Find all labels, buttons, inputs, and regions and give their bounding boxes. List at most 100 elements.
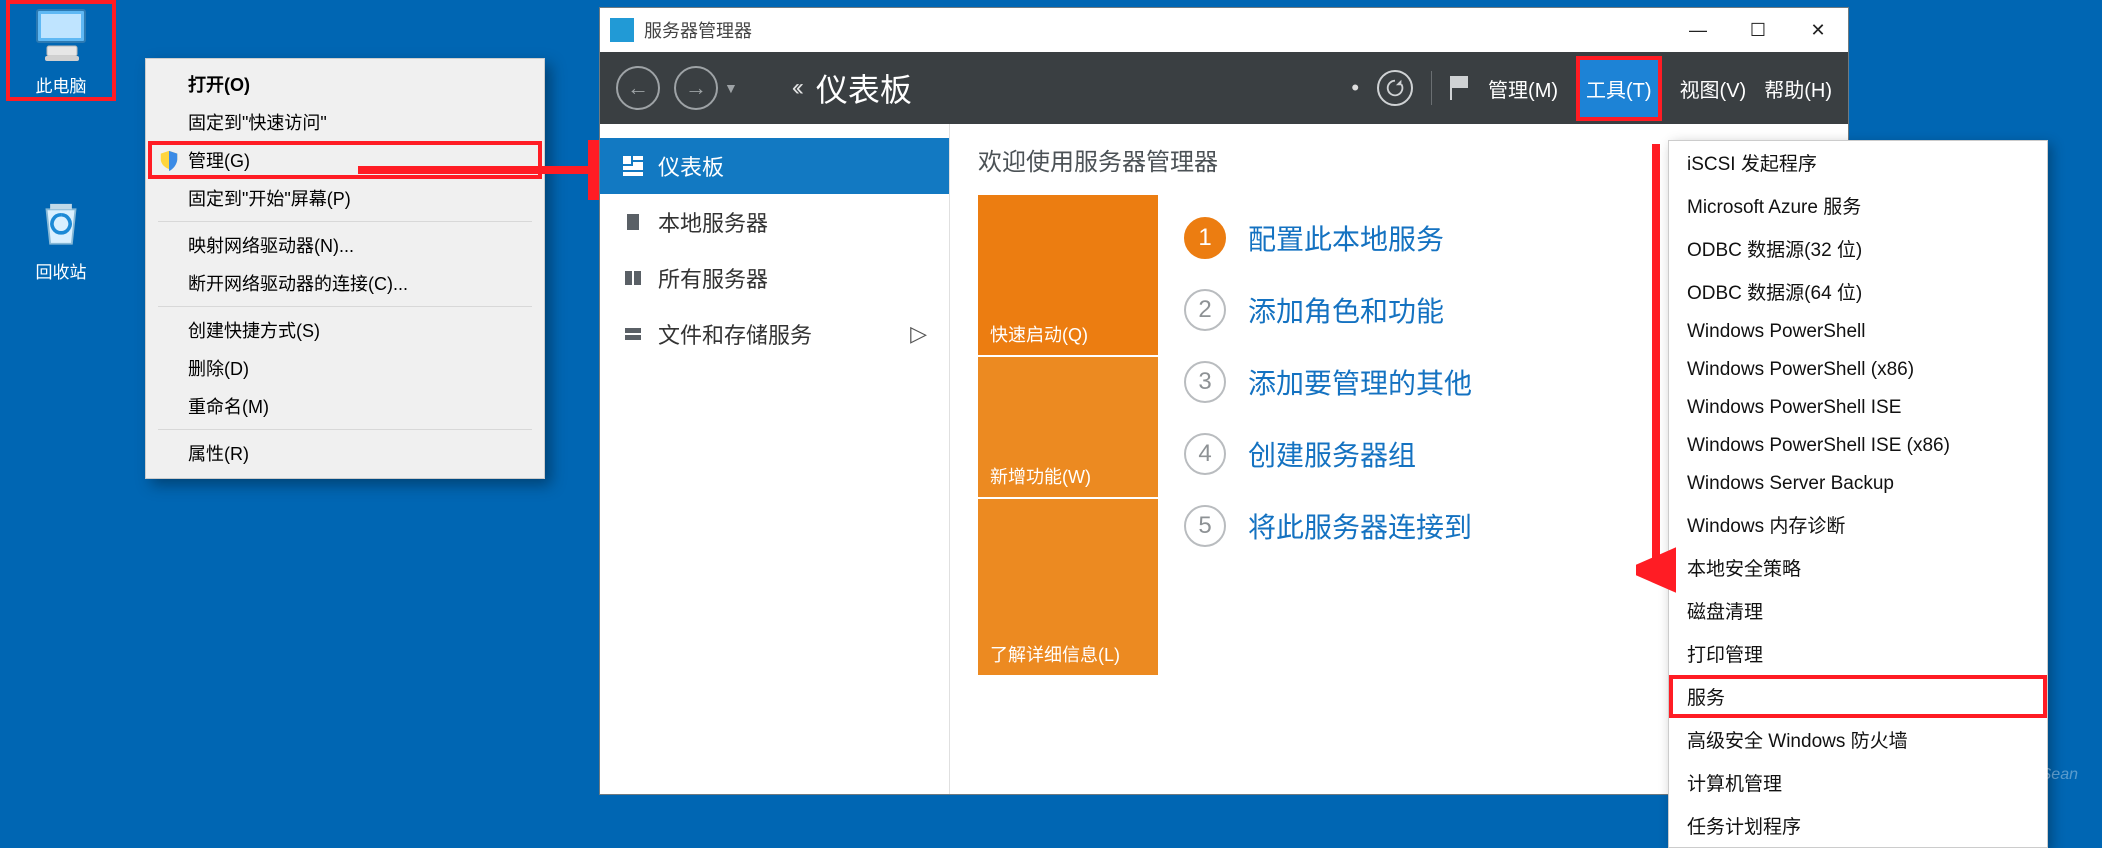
separator: [158, 221, 532, 222]
sidebar-item-all-servers[interactable]: 所有服务器: [600, 250, 949, 306]
step-label: 配置此本地服务: [1248, 218, 1444, 258]
context-item-label: 固定到"开始"屏幕(P): [188, 185, 351, 211]
desktop-icon-label: 回收站: [36, 258, 87, 283]
tools-item-memory-diag[interactable]: Windows 内存诊断: [1669, 503, 2047, 546]
chevron-left-icon: ‹‹: [792, 74, 800, 102]
maximize-button[interactable]: ☐: [1728, 8, 1788, 52]
menu-manage[interactable]: 管理(M): [1488, 74, 1558, 103]
context-item-pin-quick-access[interactable]: 固定到"快速访问": [148, 103, 542, 141]
tiles-column: 快速启动(Q) 新增功能(W) 了解详细信息(L): [978, 195, 1158, 675]
tools-item-local-security[interactable]: 本地安全策略: [1669, 546, 2047, 589]
server-icon: [622, 211, 644, 233]
sidebar: 仪表板 本地服务器 所有服务器 文件和存储服务 ▷: [600, 124, 950, 794]
header-bar: ← → ▼ ‹‹ 仪表板 • 管理(M) 工具(T) 视图(V) 帮助(H): [600, 52, 1848, 124]
step-number: 2: [1184, 289, 1226, 331]
tools-item-services[interactable]: 服务: [1669, 675, 2047, 718]
context-item-label: 管理(G): [188, 147, 250, 173]
separator: [158, 306, 532, 307]
context-item-open[interactable]: 打开(O): [148, 65, 542, 103]
menu-help[interactable]: 帮助(H): [1764, 74, 1832, 103]
nav-history-dropdown[interactable]: ▼: [724, 80, 738, 96]
tools-item-powershell-x86[interactable]: Windows PowerShell (x86): [1669, 351, 2047, 389]
chevron-right-icon: ▷: [910, 321, 927, 347]
context-item-pin-start[interactable]: 固定到"开始"屏幕(P): [148, 179, 542, 217]
context-menu-this-pc: 打开(O) 固定到"快速访问" 管理(G) 固定到"开始"屏幕(P) 映射网络驱…: [145, 58, 545, 479]
refresh-icon: [1384, 77, 1406, 99]
tools-dropdown-menu: iSCSI 发起程序 Microsoft Azure 服务 ODBC 数据源(3…: [1668, 140, 2048, 848]
context-item-label: 删除(D): [188, 355, 249, 381]
separator: [158, 429, 532, 430]
desktop-icon-recycle-bin[interactable]: 回收站: [6, 190, 116, 283]
context-item-delete[interactable]: 删除(D): [148, 349, 542, 387]
tools-item-iscsi[interactable]: iSCSI 发起程序: [1669, 141, 2047, 184]
breadcrumb-dropdown[interactable]: •: [1351, 75, 1359, 101]
sidebar-item-file-storage[interactable]: 文件和存储服务 ▷: [600, 306, 949, 362]
context-item-label: 重命名(M): [188, 393, 269, 419]
desktop-icon-label: 此电脑: [36, 72, 87, 97]
tile-quickstart[interactable]: 快速启动(Q): [978, 195, 1158, 355]
recycle-bin-icon: [29, 190, 93, 254]
this-pc-icon: [29, 4, 93, 68]
context-item-create-shortcut[interactable]: 创建快捷方式(S): [148, 311, 542, 349]
context-item-manage[interactable]: 管理(G): [148, 141, 542, 179]
watermark: CSDN @Feng_Sean: [1929, 766, 2078, 784]
tools-item-azure[interactable]: Microsoft Azure 服务: [1669, 184, 2047, 227]
sidebar-item-label: 所有服务器: [658, 262, 768, 294]
tools-item-powershell[interactable]: Windows PowerShell: [1669, 313, 2047, 351]
desktop-icon-this-pc[interactable]: 此电脑: [6, 0, 116, 101]
servers-icon: [622, 267, 644, 289]
context-item-map-drive[interactable]: 映射网络驱动器(N)...: [148, 226, 542, 264]
sidebar-item-label: 文件和存储服务: [658, 318, 812, 350]
tile-label: 了解详细信息(L): [990, 641, 1120, 667]
tools-item-odbc64[interactable]: ODBC 数据源(64 位): [1669, 270, 2047, 313]
notifications-flag-icon[interactable]: [1450, 76, 1470, 100]
tools-item-task-scheduler[interactable]: 任务计划程序: [1669, 804, 2047, 847]
titlebar[interactable]: 服务器管理器 — ☐ ✕: [600, 8, 1848, 52]
tile-label: 新增功能(W): [990, 463, 1091, 489]
context-item-label: 打开(O): [188, 71, 250, 97]
nav-forward-button[interactable]: →: [674, 66, 718, 110]
step-number: 5: [1184, 505, 1226, 547]
context-item-label: 断开网络驱动器的连接(C)...: [188, 270, 408, 296]
app-icon: [610, 18, 634, 42]
step-label: 创建服务器组: [1248, 434, 1416, 474]
tools-item-firewall[interactable]: 高级安全 Windows 防火墙: [1669, 718, 2047, 761]
sidebar-item-label: 仪表板: [658, 150, 724, 182]
context-item-properties[interactable]: 属性(R): [148, 434, 542, 472]
breadcrumb: ‹‹ 仪表板: [792, 65, 912, 111]
sidebar-item-label: 本地服务器: [658, 206, 768, 238]
tools-item-odbc32[interactable]: ODBC 数据源(32 位): [1669, 227, 2047, 270]
tile-whatsnew[interactable]: 新增功能(W): [978, 357, 1158, 497]
server-manager-window: 服务器管理器 — ☐ ✕ ← → ▼ ‹‹ 仪表板 • 管理(M) 工具(T) …: [600, 8, 1848, 794]
tools-item-powershell-ise-x86[interactable]: Windows PowerShell ISE (x86): [1669, 427, 2047, 465]
step-label: 将此服务器连接到: [1248, 506, 1472, 546]
context-item-rename[interactable]: 重命名(M): [148, 387, 542, 425]
step-number: 4: [1184, 433, 1226, 475]
sidebar-item-dashboard[interactable]: 仪表板: [600, 138, 949, 194]
step-label: 添加要管理的其他: [1248, 362, 1472, 402]
tile-learnmore[interactable]: 了解详细信息(L): [978, 499, 1158, 675]
breadcrumb-text: 仪表板: [816, 65, 912, 111]
window-title: 服务器管理器: [644, 17, 752, 43]
sidebar-item-local-server[interactable]: 本地服务器: [600, 194, 949, 250]
tile-label: 快速启动(Q): [990, 321, 1088, 347]
step-number: 3: [1184, 361, 1226, 403]
tools-item-disk-cleanup[interactable]: 磁盘清理: [1669, 589, 2047, 632]
close-button[interactable]: ✕: [1788, 8, 1848, 52]
tools-item-server-backup[interactable]: Windows Server Backup: [1669, 465, 2047, 503]
nav-back-button[interactable]: ←: [616, 66, 660, 110]
step-number: 1: [1184, 217, 1226, 259]
step-label: 添加角色和功能: [1248, 290, 1444, 330]
divider: [1431, 71, 1432, 105]
tools-item-powershell-ise[interactable]: Windows PowerShell ISE: [1669, 389, 2047, 427]
refresh-button[interactable]: [1377, 70, 1413, 106]
context-item-disconnect-drive[interactable]: 断开网络驱动器的连接(C)...: [148, 264, 542, 302]
dashboard-icon: [622, 155, 644, 177]
menu-view[interactable]: 视图(V): [1680, 74, 1747, 103]
context-item-label: 固定到"快速访问": [188, 109, 327, 135]
tools-item-print-mgmt[interactable]: 打印管理: [1669, 632, 2047, 675]
menu-tools[interactable]: 工具(T): [1576, 56, 1662, 121]
minimize-button[interactable]: —: [1668, 8, 1728, 52]
storage-icon: [622, 323, 644, 345]
context-item-label: 属性(R): [188, 440, 249, 466]
